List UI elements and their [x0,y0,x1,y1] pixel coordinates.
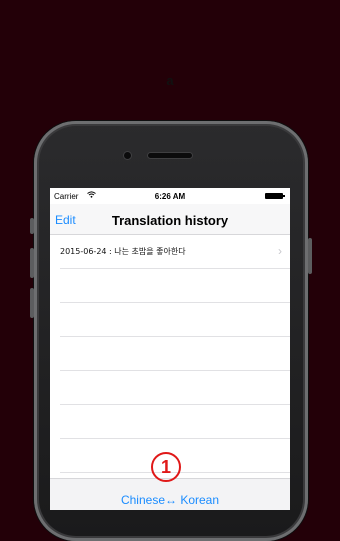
annotation-marker: 1 [151,452,181,482]
list-item [60,303,290,337]
phone-screen: Carrier 6:26 AM Edit Translation history… [50,188,290,510]
power-button [308,238,312,274]
volume-down-button [30,288,34,318]
top-glyph: a [166,73,174,88]
battery-icon [265,193,285,199]
chevron-right-icon: › [278,244,282,258]
language-switch-button[interactable]: Chinese↔ Korean [50,493,290,507]
list-item-label: 2015-06-24 : 나는 초밥을 좋아한다 [60,247,186,256]
front-camera [124,152,131,159]
earpiece-speaker [148,153,192,158]
history-list: 2015-06-24 : 나는 초밥을 좋아한다 › [50,235,290,473]
navigation-bar: Edit Translation history [50,204,290,235]
status-bar: Carrier 6:26 AM [50,188,290,204]
page-title: Translation history [111,213,229,228]
mute-switch [30,218,34,234]
list-item [60,405,290,439]
list-item[interactable]: 2015-06-24 : 나는 초밥을 좋아한다 › [60,235,290,269]
list-item [60,269,290,303]
list-item [60,371,290,405]
bottom-toolbar: Chinese↔ Korean [50,478,290,510]
volume-up-button [30,248,34,278]
list-item [60,337,290,371]
status-time: 6:26 AM [154,192,186,201]
